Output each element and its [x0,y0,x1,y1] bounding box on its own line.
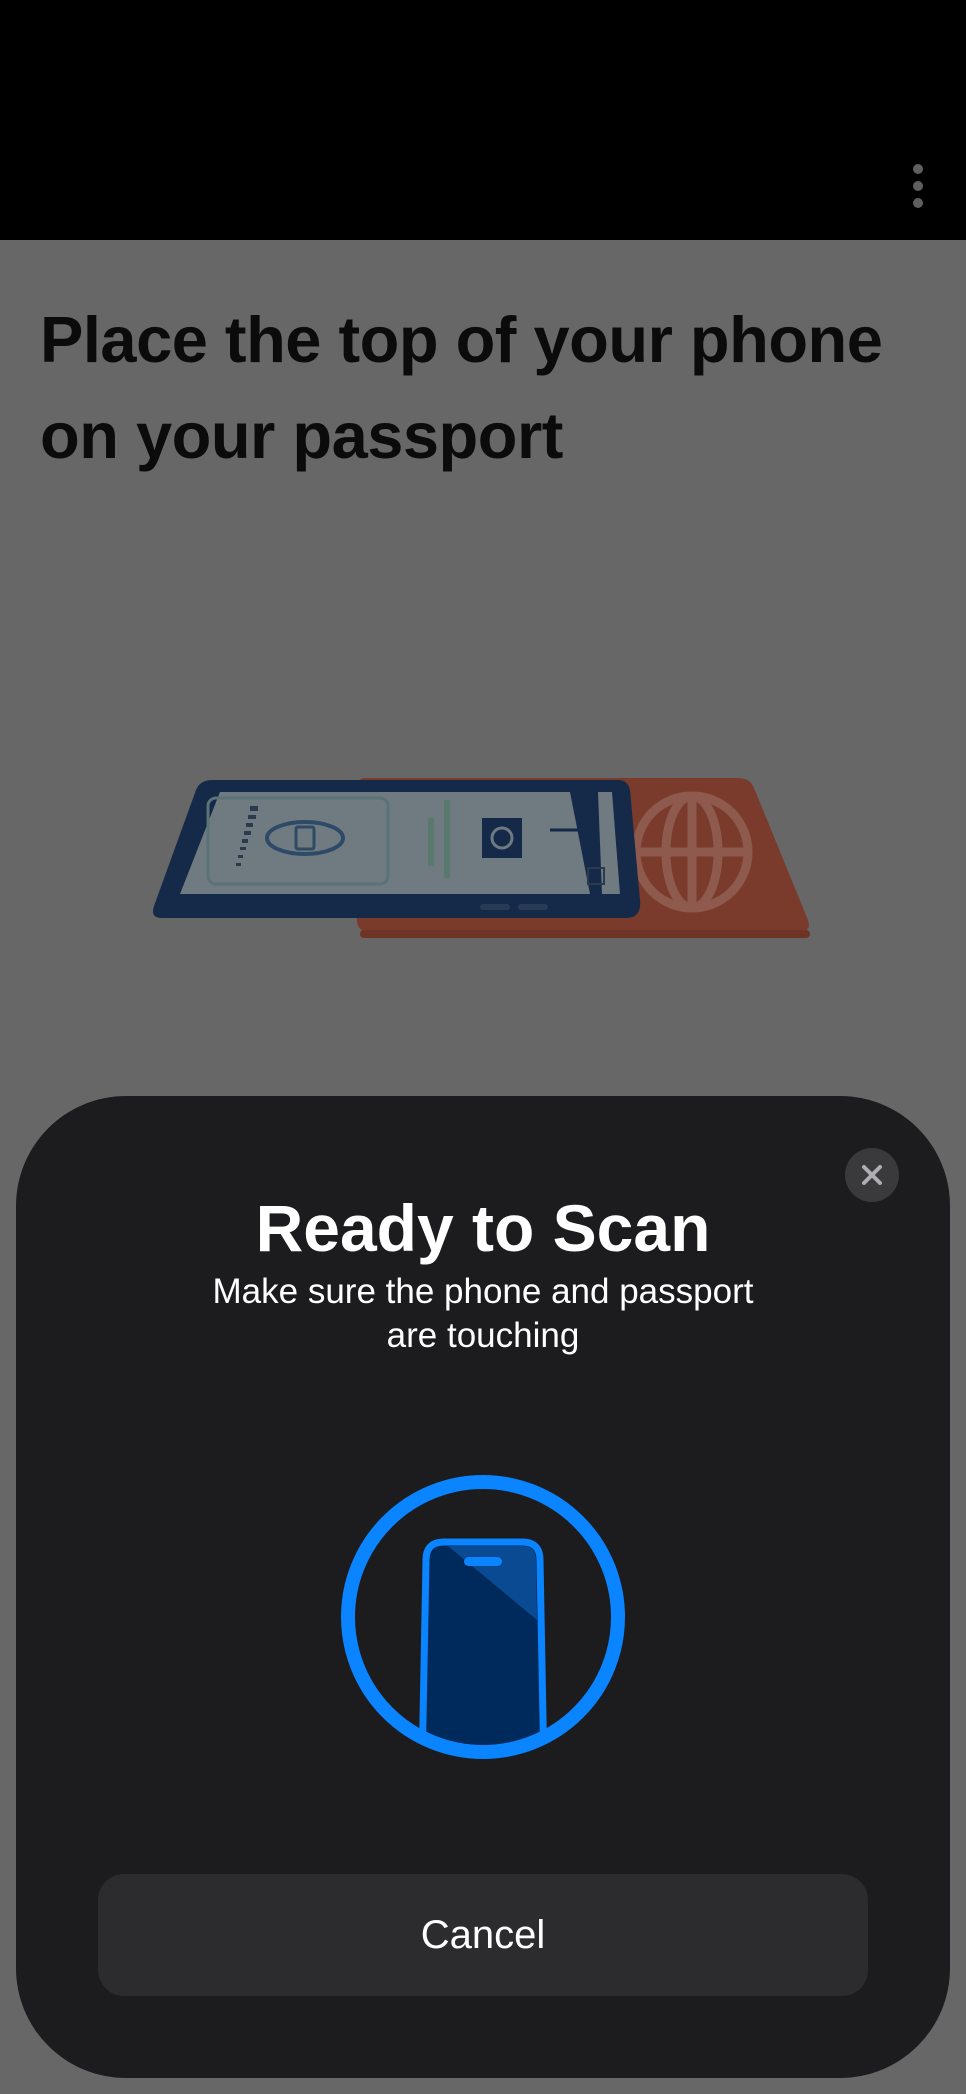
sheet-subtitle: Make sure the phone and passport are tou… [212,1272,754,1355]
sheet-title: Ready to Scan [255,1191,711,1265]
more-vertical-icon [913,164,923,174]
page-title: Place the top of your phone on your pass… [40,303,883,472]
top-bar [0,0,966,240]
cancel-button[interactable]: Cancel [98,1874,868,1996]
phone-nfc-icon [341,1475,625,1759]
phone-on-passport-illustration [153,778,810,938]
more-options-button[interactable] [900,158,936,214]
scan-sheet: Ready to Scan Make sure the phone and pa… [16,1096,950,2078]
